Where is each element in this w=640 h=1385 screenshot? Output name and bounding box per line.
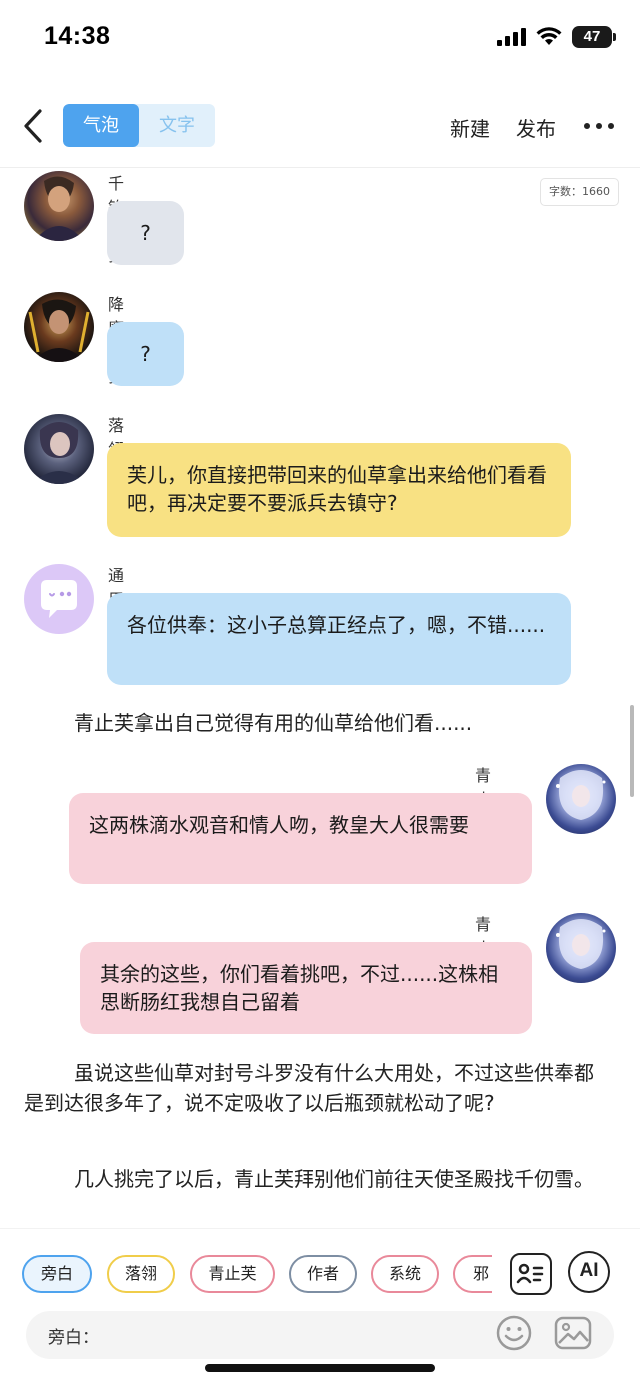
input-label: 旁白： xyxy=(48,1328,99,1348)
character-chip[interactable]: 作者 xyxy=(289,1255,357,1293)
avatar[interactable] xyxy=(24,292,94,362)
wifi-icon xyxy=(536,27,562,45)
composer-panel: 旁白 落翎 青止芙 作者 系统 邪 AI 旁白： xyxy=(0,1228,640,1385)
ai-icon[interactable]: AI xyxy=(568,1251,610,1293)
character-chip[interactable]: 旁白 xyxy=(22,1255,92,1293)
tab-text[interactable]: 文字 xyxy=(139,104,215,147)
narration-text[interactable]: 青止芙拿出自己觉得有用的仙草给他们看...... xyxy=(24,708,604,738)
publish-button[interactable]: 发布 xyxy=(516,113,556,142)
character-chip-list: 旁白 落翎 青止芙 作者 系统 邪 xyxy=(20,1255,492,1295)
narration-text[interactable]: 虽说这些仙草对封号斗罗没有什么大用处，不过这些供奉都是到达很多年了，说不定吸收了… xyxy=(24,1058,604,1118)
character-chip[interactable]: 落翎 xyxy=(107,1255,175,1293)
image-icon[interactable] xyxy=(553,1314,593,1352)
avatar[interactable] xyxy=(546,913,616,983)
back-icon xyxy=(24,109,42,143)
emoji-icon[interactable] xyxy=(495,1314,533,1352)
message-bubble[interactable]: ? xyxy=(107,322,184,386)
character-chip[interactable]: 青止芙 xyxy=(190,1255,275,1293)
mode-toggle: 气泡 文字 xyxy=(63,104,215,147)
tab-bubble[interactable]: 气泡 xyxy=(63,104,139,147)
home-indicator xyxy=(205,1364,435,1372)
battery-indicator: 47 xyxy=(572,26,616,48)
avatar[interactable] xyxy=(24,171,94,241)
message-bubble[interactable]: ? xyxy=(107,201,184,265)
message-bubble[interactable]: 各位供奉：这小子总算正经点了，嗯，不错...... xyxy=(107,593,571,685)
status-icons: 47 xyxy=(497,26,616,48)
message-bubble[interactable]: 其余的这些，你们看着挑吧，不过......这株相思断肠红我想自己留着 xyxy=(80,942,532,1034)
chat-bubble-icon xyxy=(41,580,77,618)
avatar[interactable] xyxy=(24,414,94,484)
narration-input[interactable]: 旁白： xyxy=(26,1311,614,1359)
back-button[interactable] xyxy=(18,108,48,144)
status-time: 14:38 xyxy=(44,22,111,50)
message-bubble[interactable]: 这两株滴水观音和情人吻，教皇大人很需要 xyxy=(69,793,532,884)
new-button[interactable]: 新建 xyxy=(450,113,490,142)
status-bar: 14:38 47 xyxy=(0,0,640,80)
character-chip[interactable]: 邪 xyxy=(453,1255,492,1293)
narration-text[interactable]: 几人挑完了以后，青止芙拜别他们前往天使圣殿找千仞雪。 xyxy=(24,1164,604,1194)
more-icon[interactable] xyxy=(584,116,614,136)
scrollbar[interactable] xyxy=(630,705,634,797)
character-chip[interactable]: 系统 xyxy=(371,1255,439,1293)
message-bubble[interactable]: 芙儿，你直接把带回来的仙草拿出来给他们看看吧，再决定要不要派兵去镇守? xyxy=(107,443,571,537)
nav-bar: 气泡 文字 新建 发布 xyxy=(0,96,640,158)
avatar[interactable] xyxy=(546,764,616,834)
character-card-icon[interactable] xyxy=(510,1253,552,1295)
cellular-signal-icon xyxy=(497,28,526,46)
avatar[interactable] xyxy=(24,564,94,634)
word-count-badge: 字数：1660 xyxy=(540,178,619,206)
divider xyxy=(0,167,640,168)
